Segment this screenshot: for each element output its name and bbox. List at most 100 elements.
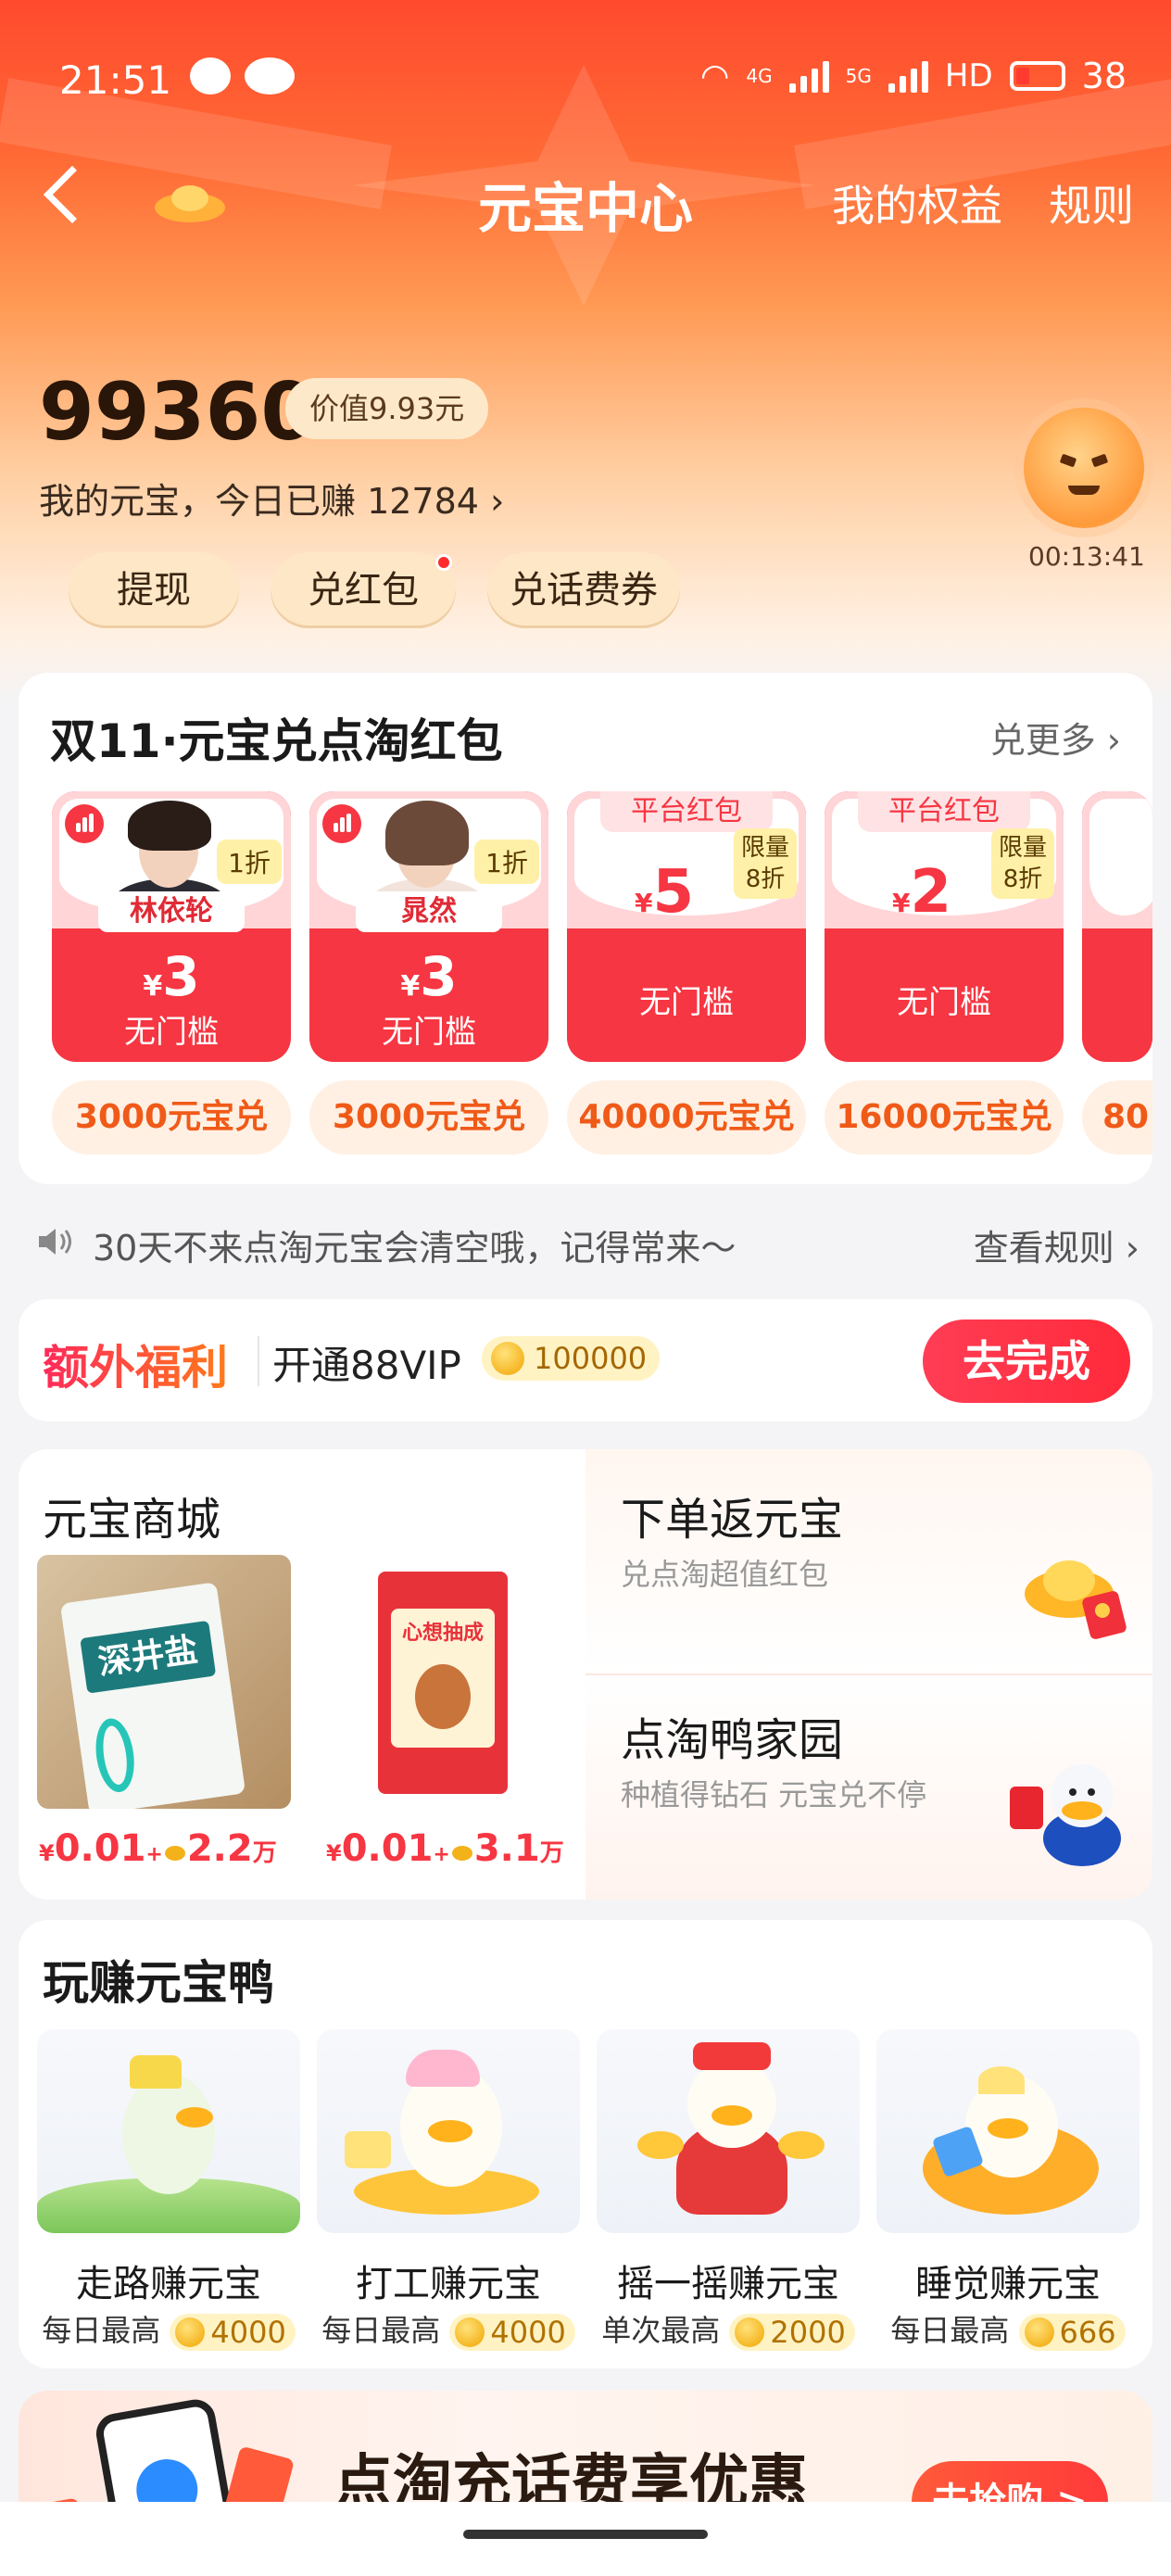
extra-benefit-title: 额外福利	[43, 1331, 228, 1397]
play-item-reward: 每日最高 4000	[37, 2307, 300, 2351]
product-label: 深井盐	[80, 1620, 217, 1694]
product-price: ¥0.01+ 2.2万	[39, 1827, 277, 1870]
system-nav-bar	[0, 2502, 1171, 2576]
net-label-2: 5G	[845, 65, 872, 87]
countdown-timer: 00:13:41	[1028, 541, 1145, 572]
discount-tag: 1折	[474, 840, 539, 884]
live-signal-icon	[322, 804, 361, 843]
walking-duck-image	[37, 2029, 300, 2233]
coupon-card[interactable]: 1折 晁然 ¥3 无门槛	[309, 791, 548, 1062]
cloud-icon	[245, 57, 295, 95]
status-bar: 21:51 ◠ 4G 5G HD 38	[0, 44, 1171, 119]
battery-level: 38	[1081, 56, 1127, 96]
status-time: 21:51	[59, 57, 172, 103]
coupon-card-partial[interactable]	[1082, 791, 1152, 1062]
platform-tag: 平台红包	[600, 791, 773, 832]
play-earn-card: 玩赚元宝鸭 走路赚元宝 每日最高 4000 打工赚元宝 每日最高 4000 摇一…	[19, 1920, 1152, 2368]
duck-home-entry[interactable]: 点淘鸭家园 种植得钻石 元宝兑不停	[586, 1675, 1152, 1900]
order-cashback-entry[interactable]: 下单返元宝 兑点淘超值红包	[586, 1449, 1152, 1673]
shaking-duck-image	[597, 2029, 860, 2233]
gold-ingot-red-packet-icon	[1025, 1560, 1127, 1639]
walk-earn-item[interactable]: 走路赚元宝 每日最高 4000	[37, 2029, 300, 2351]
coupon-amount: ¥5	[634, 858, 694, 927]
exchange-button[interactable]: 3000元宝兑	[309, 1080, 548, 1155]
action-row: 提现 兑红包 兑话费券	[69, 552, 680, 628]
balance-subtitle-text: 我的元宝，今日已赚 12784	[39, 481, 479, 522]
coupon-card[interactable]: 1折 林依轮 ¥3 无门槛	[52, 791, 291, 1062]
withdraw-button[interactable]: 提现	[69, 552, 239, 628]
coin-mascot-icon[interactable]	[1024, 408, 1144, 528]
work-earn-item[interactable]: 打工赚元宝 每日最高 4000	[317, 2029, 580, 2351]
notice-text: 30天不来点淘元宝会清空哦，记得常来～	[93, 1228, 737, 1269]
play-item-name: 走路赚元宝	[76, 2263, 261, 2305]
coin-icon	[175, 2317, 206, 2347]
my-benefits-link[interactable]: 我的权益	[832, 172, 1002, 234]
play-item-name: 摇一摇赚元宝	[617, 2263, 839, 2305]
hd-label: HD	[944, 57, 993, 95]
wifi-icon: ◠	[700, 57, 730, 95]
view-rules-label: 查看规则	[973, 1228, 1114, 1269]
extra-benefit-card: 额外福利 开通88VIP 100000 去完成	[19, 1299, 1152, 1421]
discount-tag: 限量 8折	[733, 828, 797, 899]
coupon-condition: 无门槛	[639, 984, 734, 1021]
redeem-more-link[interactable]: 兑更多 ›	[990, 712, 1121, 763]
signal-icon-1	[788, 59, 829, 93]
product-price: ¥0.01+ 3.1万	[326, 1827, 564, 1870]
notice-bar: 30天不来点淘元宝会清空哦，记得常来～ 查看规则 ›	[37, 1214, 1140, 1269]
coin-icon	[164, 1846, 185, 1861]
coupon-amount: ¥2	[891, 858, 951, 927]
redeem-red-packet-button[interactable]: 兑红包	[271, 552, 456, 628]
redeem-phone-voucher-button[interactable]: 兑话费券	[487, 552, 680, 628]
chevron-right-icon: ›	[1125, 1228, 1140, 1269]
notification-dot	[435, 554, 452, 571]
order-cashback-title: 下单返元宝	[621, 1494, 844, 1546]
live-signal-icon	[65, 804, 104, 843]
host-name: 林依轮	[98, 891, 245, 932]
sleep-earn-item[interactable]: 睡觉赚元宝 每日最高 666	[876, 2029, 1140, 2351]
duck-home-title: 点淘鸭家园	[621, 1714, 844, 1766]
coin-icon	[735, 2317, 765, 2347]
home-indicator[interactable]	[463, 2530, 708, 2539]
net-label-1: 4G	[746, 65, 773, 87]
coupon-condition: 无门槛	[897, 984, 991, 1021]
product-image-salt[interactable]: 深井盐	[37, 1555, 291, 1809]
order-cashback-subtitle: 兑点淘超值红包	[621, 1557, 829, 1592]
coin-reward-amount: 100000	[534, 1341, 648, 1376]
coupon-amount: ¥3	[400, 945, 458, 1008]
play-item-name: 打工赚元宝	[356, 2263, 541, 2305]
duck-mascot-icon	[1010, 1764, 1121, 1866]
coin-icon	[455, 2317, 485, 2347]
exchange-button[interactable]: 3000元宝兑	[52, 1080, 291, 1155]
mall-right-panel: 下单返元宝 兑点淘超值红包 点淘鸭家园 种植得钻石 元宝兑不停	[586, 1449, 1152, 1900]
product-label: 心想抽成	[401, 1622, 484, 1645]
play-item-reward: 每日最高 666	[876, 2307, 1140, 2351]
balance-subtitle[interactable]: 我的元宝，今日已赚 12784 ›	[39, 473, 504, 524]
coin-reward-pill: 100000	[482, 1336, 661, 1381]
product-image-tissue[interactable]: 心想抽成	[311, 1555, 565, 1809]
redeem-red-packet-label: 兑红包	[308, 569, 419, 612]
coin-icon	[1024, 2317, 1054, 2347]
view-rules-link[interactable]: 查看规则 ›	[974, 1219, 1140, 1270]
coupon-card[interactable]: 平台红包 ¥2 限量 8折 无门槛	[825, 791, 1064, 1062]
chevron-right-icon: ›	[490, 481, 505, 522]
chevron-right-icon: ›	[1106, 720, 1121, 761]
exchange-button-partial[interactable]: 80	[1082, 1080, 1152, 1155]
coupon-condition: 无门槛	[124, 1014, 219, 1051]
coupon-card[interactable]: 平台红包 ¥5 限量 8折 无门槛	[567, 791, 806, 1062]
rules-link[interactable]: 规则	[1049, 172, 1134, 234]
redeem-card: 双11·元宝兑点淘红包 兑更多 › 1折 林依轮 ¥3 无门槛 3000元宝兑 …	[19, 673, 1152, 1184]
redeem-more-label: 兑更多	[989, 720, 1096, 761]
exchange-button[interactable]: 16000元宝兑	[825, 1080, 1064, 1155]
complete-task-button[interactable]: 去完成	[923, 1320, 1130, 1403]
exchange-button[interactable]: 40000元宝兑	[567, 1080, 806, 1155]
platform-tag: 平台红包	[858, 791, 1030, 832]
discount-tag: 限量 8折	[990, 828, 1054, 899]
coin-icon	[491, 1342, 524, 1375]
coin-mall[interactable]: 元宝商城 深井盐 ¥0.01+ 2.2万 心想抽成 ¥0.01+ 3.1万	[19, 1449, 584, 1900]
discount-tag: 1折	[217, 840, 282, 884]
speaker-icon	[39, 1229, 71, 1255]
mall-card: 元宝商城 深井盐 ¥0.01+ 2.2万 心想抽成 ¥0.01+ 3.1万 下单返元…	[19, 1449, 1152, 1900]
shake-earn-item[interactable]: 摇一摇赚元宝 单次最高 2000	[597, 2029, 860, 2351]
balance-value-pill: 价值9.93元	[285, 378, 489, 439]
sleeping-duck-image	[876, 2029, 1140, 2233]
